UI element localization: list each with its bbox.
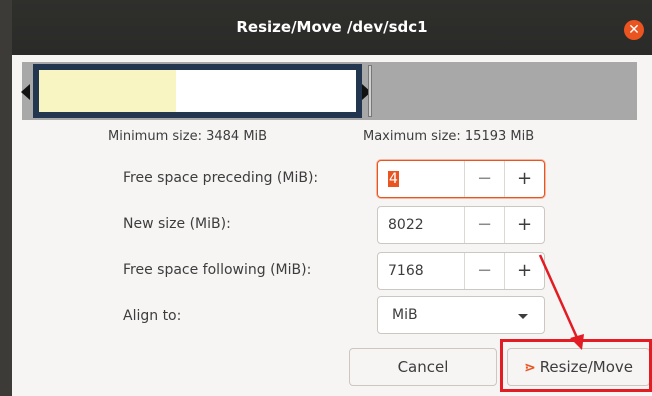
minimum-size-label: Minimum size: 3484 MiB [108, 129, 268, 144]
decrement-button[interactable]: − [464, 253, 504, 289]
decrement-button[interactable]: − [464, 161, 504, 197]
align-to-dropdown[interactable]: MiB [377, 296, 545, 334]
annotation-highlight-box [500, 339, 652, 392]
increment-button[interactable]: + [504, 207, 544, 243]
free-space-following-spinner[interactable]: 7168 − + [377, 252, 545, 290]
minus-icon: − [476, 260, 493, 281]
close-button[interactable]: ✕ [624, 20, 644, 40]
maximum-size-label: Maximum size: 15193 MiB [363, 129, 535, 144]
free-space-following-label: Free space following (MiB): [123, 262, 312, 278]
cancel-button[interactable]: Cancel [349, 348, 497, 386]
partition-graph[interactable] [21, 62, 637, 120]
close-icon: ✕ [628, 22, 640, 38]
minus-icon: − [476, 168, 493, 189]
free-space-preceding-value[interactable]: 4 [388, 171, 399, 187]
decrement-button[interactable]: − [464, 207, 504, 243]
size-marker [368, 65, 372, 117]
free-space-following-value[interactable]: 7168 [388, 263, 424, 279]
new-size-spinner[interactable]: 8022 − + [377, 206, 545, 244]
plus-icon: + [516, 168, 533, 189]
resize-move-dialog: Resize/Move /dev/sdc1 ✕ Minimum size: 34… [12, 0, 652, 396]
free-space-preceding-spinner[interactable]: 4 − + [377, 160, 545, 198]
increment-button[interactable]: + [504, 253, 544, 289]
new-size-value[interactable]: 8022 [388, 217, 424, 233]
background-window-edge [0, 0, 12, 396]
increment-button[interactable]: + [504, 161, 544, 197]
unused-space-region [176, 70, 356, 112]
minus-icon: − [476, 214, 493, 235]
left-resize-handle[interactable] [21, 84, 30, 100]
dialog-title: Resize/Move /dev/sdc1 [236, 18, 428, 36]
plus-icon: + [516, 214, 533, 235]
align-to-value: MiB [392, 307, 418, 323]
free-space-preceding-label: Free space preceding (MiB): [123, 170, 319, 186]
align-to-label: Align to: [123, 308, 182, 324]
chevron-down-icon [518, 314, 528, 319]
new-size-label: New size (MiB): [123, 216, 231, 232]
used-space-region [39, 70, 176, 112]
partition-block[interactable] [33, 64, 362, 118]
title-bar[interactable]: Resize/Move /dev/sdc1 ✕ [12, 0, 652, 55]
plus-icon: + [516, 260, 533, 281]
